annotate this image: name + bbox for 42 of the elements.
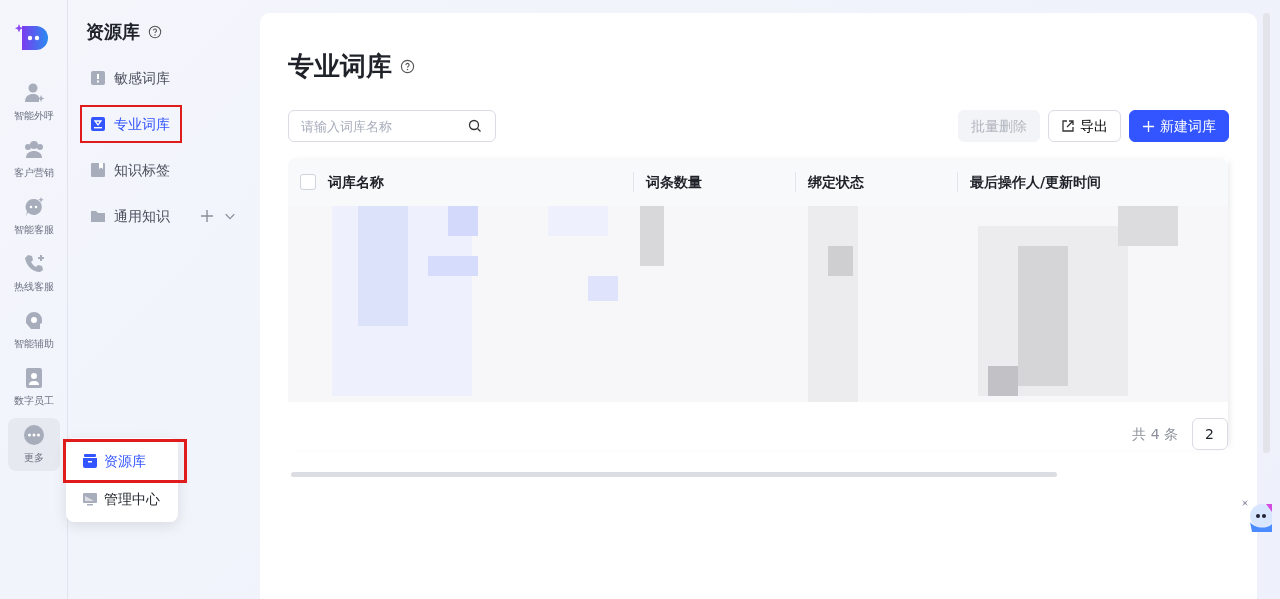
export-button[interactable]: 导出 <box>1048 110 1121 142</box>
column-header: 词条数量 <box>633 172 795 192</box>
search-icon[interactable] <box>468 119 482 133</box>
phone-icon <box>22 253 45 275</box>
folder-icon <box>90 208 106 224</box>
page-title: 专业词库 <box>288 50 392 83</box>
select-all-checkbox[interactable] <box>300 174 316 190</box>
page-size-select[interactable]: 2 <box>1192 418 1228 450</box>
sidebar-item[interactable]: 敏感词库 <box>82 61 252 95</box>
book-icon <box>90 116 106 132</box>
horizontal-scrollbar[interactable] <box>291 472 1057 477</box>
rail-item[interactable]: 智能外呼 <box>7 76 60 129</box>
search-field[interactable]: 请输入词库名称 <box>288 110 496 142</box>
sidebar-item[interactable]: 通用知识 <box>82 199 192 233</box>
column-header: 绑定状态 <box>795 172 957 192</box>
bookmark-icon <box>90 162 106 178</box>
alert-icon <box>90 70 106 86</box>
help-icon[interactable] <box>148 24 162 39</box>
help-icon[interactable] <box>400 59 415 74</box>
rail-item[interactable]: 客户营销 <box>7 133 60 186</box>
add-icon[interactable] <box>200 209 214 223</box>
rail-item[interactable]: 数字员工 <box>7 361 60 414</box>
box-icon <box>82 453 98 469</box>
sidebar-title: 资源库 <box>85 20 140 44</box>
rail-item[interactable]: 更多 <box>7 418 60 471</box>
person-icon <box>22 82 45 104</box>
export-icon <box>1061 119 1075 133</box>
total-count: 共 4 条 <box>1132 424 1178 444</box>
menu-item[interactable]: 管理中心 <box>66 480 178 518</box>
group-icon <box>22 139 45 161</box>
column-header: 最后操作人/更新时间 <box>957 172 1227 192</box>
rail-item[interactable]: 热线客服 <box>7 247 60 300</box>
sidebar-item[interactable]: 知识标签 <box>82 153 252 187</box>
monitor-icon <box>82 491 98 507</box>
sidebar-item[interactable]: 专业词库 <box>82 107 180 141</box>
create-button[interactable]: 新建词库 <box>1129 110 1229 142</box>
rail-item[interactable]: 智能辅助 <box>7 304 60 357</box>
rail-item[interactable]: 智能客服 <box>7 190 60 243</box>
more-icon <box>22 424 45 446</box>
menu-item[interactable]: 资源库 <box>66 442 184 480</box>
column-header: 词库名称 <box>328 172 385 192</box>
plus-icon <box>1142 119 1155 133</box>
